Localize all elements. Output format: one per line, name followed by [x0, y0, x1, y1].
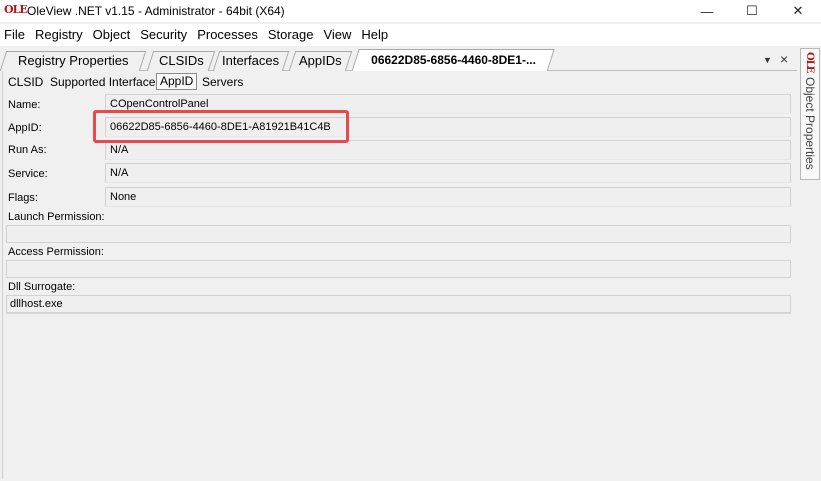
tab-appids[interactable]: AppIDs	[288, 51, 353, 71]
flags-field[interactable]: None	[105, 187, 791, 207]
menu-processes[interactable]: Processes	[192, 24, 263, 46]
access-permission-field[interactable]	[6, 260, 791, 278]
dll-surrogate-label: Dll Surrogate:	[8, 281, 76, 293]
tab-label: Registry Properties	[17, 53, 129, 68]
tab-label: CLSIDs	[158, 53, 204, 68]
appid-label: AppID:	[8, 122, 42, 134]
subtab-clsid[interactable]: CLSID	[6, 75, 45, 90]
name-field[interactable]: COpenControlPanel	[105, 94, 791, 114]
menu-file[interactable]: File	[0, 24, 30, 46]
menu-bar: File Registry Object Security Processes …	[0, 24, 821, 46]
runas-label: Run As:	[8, 144, 47, 156]
tab-clsids[interactable]: CLSIDs	[146, 51, 216, 71]
tab-label: Interfaces	[222, 53, 280, 68]
tab-label: AppIDs	[299, 53, 342, 68]
dll-surrogate-field[interactable]: dllhost.exe	[6, 295, 791, 313]
tab-list-dropdown-icon[interactable]: ▼	[763, 55, 772, 65]
menu-security[interactable]: Security	[135, 24, 192, 46]
maximize-button[interactable]: ☐	[729, 0, 775, 22]
tab-label: 06622D85-6856-4460-8DE1-...	[370, 53, 536, 67]
close-button[interactable]: ✕	[775, 0, 821, 22]
document-tab-strip: Registry Properties CLSIDs Interfaces Ap…	[0, 46, 797, 72]
runas-field[interactable]: N/A	[105, 140, 791, 160]
menu-view[interactable]: View	[318, 24, 356, 46]
menu-storage[interactable]: Storage	[263, 24, 319, 46]
appid-field[interactable]: 06622D85-6856-4460-8DE1-A81921B41C4B	[105, 117, 791, 137]
sub-tab-strip: CLSID Supported Interfaces AppID Servers	[3, 71, 796, 91]
service-field[interactable]: N/A	[105, 163, 791, 183]
appid-properties-pane: CLSID Supported Interfaces AppID Servers…	[2, 71, 797, 479]
tab-interfaces[interactable]: Interfaces	[212, 51, 290, 71]
menu-registry[interactable]: Registry	[30, 24, 88, 46]
tab-registry-properties[interactable]: Registry Properties	[0, 51, 147, 71]
menu-help[interactable]: Help	[356, 24, 393, 46]
object-properties-dock-tab[interactable]: OLE Object Properties	[800, 48, 820, 180]
access-permission-label: Access Permission:	[8, 246, 104, 258]
tab-appid-document[interactable]: 06622D85-6856-4460-8DE1-...	[351, 49, 555, 72]
subtab-appid[interactable]: AppID	[156, 73, 198, 90]
dock-label: Object Properties	[803, 77, 817, 170]
window-title: OleView .NET v1.15 - Administrator - 64b…	[27, 4, 285, 18]
tab-close-icon[interactable]: ×	[780, 51, 788, 67]
app-logo-icon: OLE	[804, 52, 815, 73]
divider	[6, 313, 791, 314]
launch-permission-field[interactable]	[6, 225, 791, 243]
minimize-button[interactable]: —	[684, 0, 730, 22]
service-label: Service:	[8, 168, 48, 180]
app-logo-icon: OLE	[4, 3, 28, 16]
subtab-supported-interfaces[interactable]: Supported Interfaces	[48, 75, 163, 90]
title-bar: OLE OleView .NET v1.15 - Administrator -…	[0, 0, 821, 22]
subtab-servers[interactable]: Servers	[200, 75, 245, 90]
name-label: Name:	[8, 99, 41, 111]
menu-object[interactable]: Object	[88, 24, 136, 46]
flags-label: Flags:	[8, 192, 38, 204]
launch-permission-label: Launch Permission:	[8, 211, 105, 223]
